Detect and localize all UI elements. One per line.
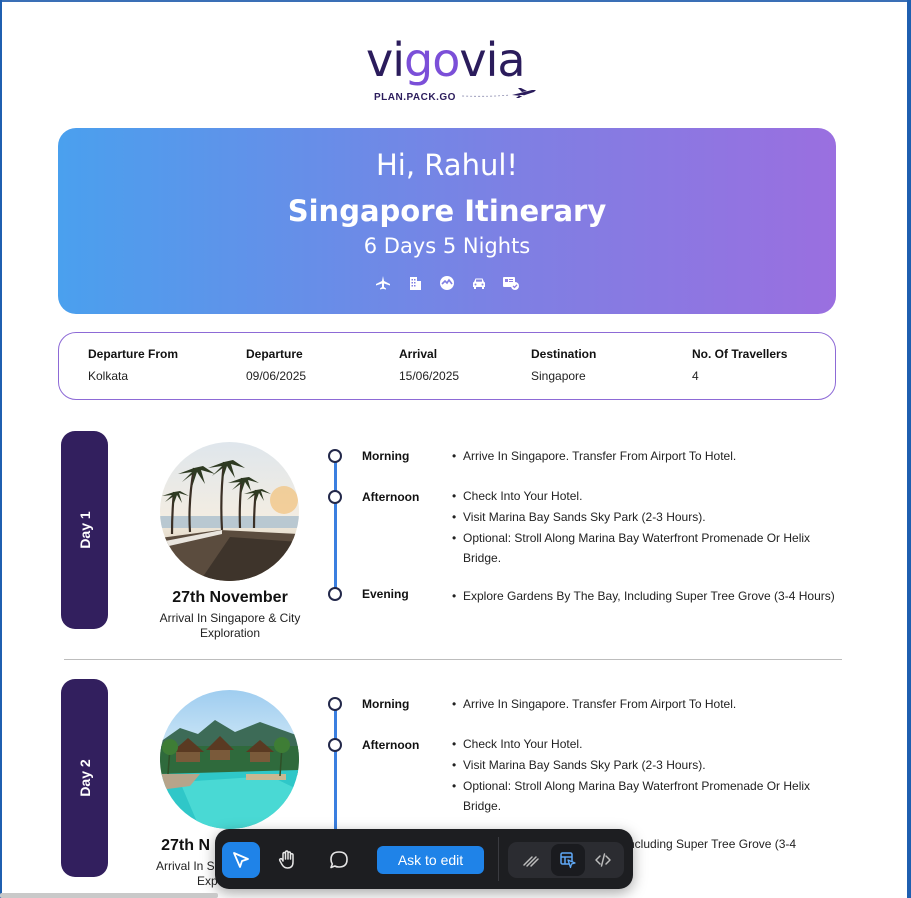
day-2-afternoon-list: Check Into Your Hotel. Visit Marina Bay …	[452, 734, 837, 817]
service-icons	[58, 274, 836, 292]
list-item: Optional: Stroll Along Marina Bay Waterf…	[452, 528, 837, 568]
day-2-afternoon-label: Afternoon	[362, 738, 420, 752]
day-1-morning-list: Arrive In Singapore. Transfer From Airpo…	[452, 446, 837, 467]
list-item: Optional: Stroll Along Marina Bay Waterf…	[452, 776, 837, 816]
trip-summary-card: Departure From Kolkata Departure 09/06/2…	[58, 332, 836, 400]
visa-icon	[502, 274, 520, 292]
brand-logo: vigovia PLAN.PACK.GO	[360, 32, 550, 112]
window-frame-left	[0, 0, 2, 898]
day-tab-2: Day 2	[61, 679, 108, 877]
select-cursor-icon	[233, 852, 249, 868]
timeline-dot-evening	[328, 587, 342, 601]
greeting: Hi, Rahul!	[375, 148, 519, 182]
brand-tagline: PLAN.PACK.GO	[374, 92, 456, 103]
floating-edit-toolbar: Ask to edit	[215, 829, 633, 889]
itinerary-hero-banner: Hi, Rahul! Singapore Itinerary 6 Days 5 …	[58, 128, 836, 314]
list-item: Arrive In Singapore. Transfer From Airpo…	[452, 446, 837, 466]
list-item: Arrive In Singapore. Transfer From Airpo…	[452, 694, 837, 714]
day-1-evening-label: Evening	[362, 587, 409, 601]
day-2-evening-partial: ncluding Super Tree Grove (3-4	[628, 837, 797, 851]
flight-icon	[374, 274, 392, 292]
day-1-morning-label: Morning	[362, 449, 410, 463]
timeline-dot-morning	[328, 697, 342, 711]
code-icon	[595, 853, 611, 867]
window-frame-top	[0, 0, 911, 2]
day-1-date: 27th November	[172, 589, 288, 606]
list-item: Visit Marina Bay Sands Sky Park (2-3 Hou…	[452, 755, 837, 775]
list-item: Explore Gardens By The Bay, Including Su…	[452, 586, 837, 606]
departure-date-field: Departure 09/06/2025	[246, 347, 307, 383]
select-cursor-button[interactable]	[222, 842, 260, 878]
horizontal-scrollbar[interactable]	[0, 893, 218, 898]
day-1-afternoon-list: Check Into Your Hotel. Visit Marina Bay …	[452, 486, 837, 569]
trip-duration: 6 Days 5 Nights	[363, 234, 531, 258]
hand-pan-button[interactable]	[268, 842, 306, 878]
code-button[interactable]	[586, 842, 620, 878]
timeline-dot-afternoon	[328, 738, 342, 752]
timeline-dot-morning	[328, 449, 342, 463]
list-item: Visit Marina Bay Sands Sky Park (2-3 Hou…	[452, 507, 837, 527]
list-item: Check Into Your Hotel.	[452, 486, 837, 506]
departure-from-field: Departure From Kolkata	[88, 347, 179, 383]
inspect-icon	[560, 852, 576, 869]
window-frame-right	[907, 0, 911, 898]
hotel-icon	[406, 274, 424, 292]
day-1-evening-list: Explore Gardens By The Bay, Including Su…	[452, 586, 837, 607]
ask-to-edit-button[interactable]: Ask to edit	[377, 846, 484, 874]
plane-trail-icon	[461, 88, 536, 98]
brand-wordmark: vigovia	[366, 33, 526, 87]
day-2-photo	[160, 690, 299, 829]
taxi-icon	[470, 274, 488, 292]
day-tab-1: Day 1	[61, 431, 108, 629]
day-2-morning-list: Arrive In Singapore. Transfer From Airpo…	[452, 694, 837, 715]
day-divider	[64, 659, 842, 660]
itinerary-title: Singapore Itinerary	[287, 194, 607, 228]
day-2-morning-label: Morning	[362, 697, 410, 711]
day-1-timeline	[334, 456, 337, 594]
draw-icon	[523, 856, 539, 867]
day-2-timeline	[334, 704, 337, 844]
timeline-dot-afternoon	[328, 490, 342, 504]
destination-field: Destination Singapore	[531, 347, 597, 383]
comment-icon	[330, 851, 348, 869]
day-1-afternoon-label: Afternoon	[362, 490, 420, 504]
sightseeing-icon	[438, 274, 456, 292]
comment-button[interactable]	[320, 842, 358, 878]
toolbar-separator	[498, 837, 499, 881]
day-2-date: 27th N	[161, 837, 210, 854]
day-1-photo	[160, 442, 299, 581]
travellers-field: No. Of Travellers 4	[692, 347, 788, 383]
hand-pan-icon	[278, 850, 294, 869]
day-1-description: Arrival In Singapore & City Exploration	[159, 611, 301, 640]
arrival-date-field: Arrival 15/06/2025	[399, 347, 460, 383]
list-item: Check Into Your Hotel.	[452, 734, 837, 754]
draw-button[interactable]	[514, 842, 548, 878]
inspect-button[interactable]	[551, 844, 585, 876]
day-2-description-line1: Arrival In S	[156, 859, 215, 873]
